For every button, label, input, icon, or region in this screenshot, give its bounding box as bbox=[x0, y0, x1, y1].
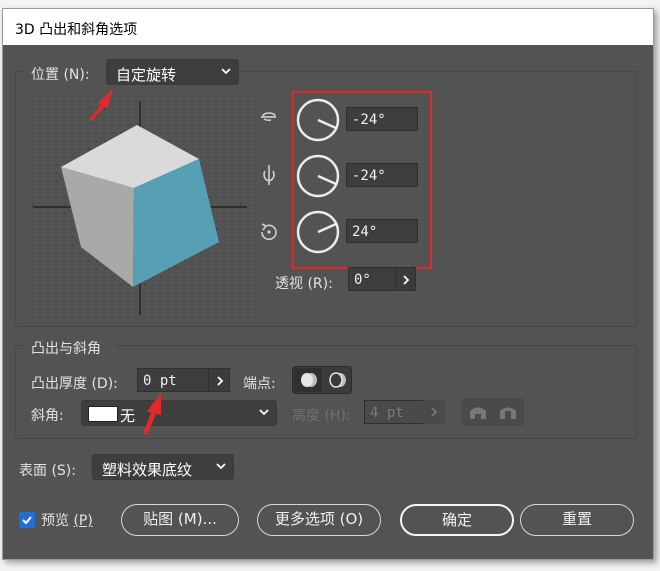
x-rotation-dial[interactable] bbox=[295, 97, 341, 143]
cap-toggle-group bbox=[292, 366, 352, 394]
bevel-swatch bbox=[88, 406, 118, 422]
x-axis-rotate-icon bbox=[261, 112, 276, 122]
extrude-depth-label: 凸出厚度 (D): bbox=[31, 376, 118, 392]
bevel-height-value: 4 pt bbox=[370, 405, 404, 421]
cube-preview[interactable] bbox=[29, 97, 251, 319]
position-preset-dropdown[interactable]: 自定旋转 bbox=[106, 59, 239, 85]
surface-label: 表面 (S): bbox=[19, 463, 76, 479]
bevel-dropdown[interactable]: 无 bbox=[81, 400, 277, 426]
chevron-down-icon bbox=[221, 68, 231, 75]
cap-on-button[interactable] bbox=[294, 368, 322, 392]
perspective-field[interactable]: 0° bbox=[348, 267, 396, 291]
perspective-slider-button[interactable] bbox=[395, 267, 416, 291]
dialog-window: 3D 凸出和斜角选项 位置 (N): 自定旋转 -24° -24° 24° 透视… bbox=[2, 8, 654, 560]
bevel-out-icon[interactable] bbox=[467, 403, 489, 421]
annotation-arrow-up bbox=[89, 89, 113, 121]
bevel-height-slider-button[interactable] bbox=[423, 400, 445, 424]
x-rotation-value: -24° bbox=[352, 112, 386, 128]
z-axis-rotate-icon bbox=[261, 223, 277, 241]
extrude-depth-slider-button[interactable] bbox=[208, 368, 230, 392]
bevel-height-field[interactable]: 4 pt bbox=[364, 400, 424, 424]
ok-button[interactable]: 确定 bbox=[400, 504, 514, 536]
cap-label: 端点: bbox=[243, 376, 276, 392]
preview-checkbox[interactable] bbox=[19, 512, 35, 528]
preview-label[interactable]: 预览 (P) bbox=[41, 510, 93, 530]
y-rotation-dial[interactable] bbox=[295, 153, 341, 199]
extrude-depth-value: 0 pt bbox=[143, 373, 177, 389]
z-rotation-dial[interactable] bbox=[295, 209, 341, 255]
cap-on-icon bbox=[301, 373, 317, 387]
chevron-down-icon bbox=[216, 463, 226, 470]
surface-dropdown[interactable]: 塑料效果底纹 bbox=[92, 454, 234, 480]
bevel-label: 斜角: bbox=[31, 408, 64, 424]
reset-button[interactable]: 重置 bbox=[520, 504, 634, 536]
z-rotation-field[interactable]: 24° bbox=[346, 219, 418, 243]
preview-text: 预览 bbox=[41, 513, 69, 529]
bevel-direction-group bbox=[462, 398, 524, 426]
y-axis-rotate-icon bbox=[263, 165, 275, 185]
perspective-value: 0° bbox=[354, 272, 371, 288]
perspective-label: 透视 (R): bbox=[275, 276, 333, 292]
map-button[interactable]: 贴图 (M)... bbox=[121, 504, 239, 536]
checkmark-icon bbox=[22, 516, 32, 525]
position-preset-value: 自定旋转 bbox=[116, 66, 177, 84]
z-rotation-value: 24° bbox=[352, 224, 378, 240]
bevel-value: 无 bbox=[120, 407, 136, 425]
y-rotation-value: -24° bbox=[352, 168, 386, 184]
chevron-right-icon bbox=[217, 376, 224, 386]
title-bar[interactable]: 3D 凸出和斜角选项 bbox=[3, 9, 653, 45]
preview-shortcut: (P) bbox=[73, 513, 93, 529]
extrude-group-label: 凸出与斜角 bbox=[31, 341, 101, 357]
chevron-down-icon bbox=[259, 409, 269, 416]
x-rotation-field[interactable]: -24° bbox=[346, 107, 418, 131]
cap-off-button[interactable] bbox=[323, 368, 351, 392]
chevron-right-icon bbox=[431, 407, 438, 417]
surface-value: 塑料效果底纹 bbox=[102, 461, 193, 479]
annotation-arrow-up-depth bbox=[143, 393, 161, 435]
window-title: 3D 凸出和斜角选项 bbox=[15, 22, 138, 38]
bevel-in-icon[interactable] bbox=[497, 403, 519, 421]
cap-off-icon bbox=[329, 372, 346, 388]
bevel-height-label: 高度 (H): bbox=[292, 408, 351, 424]
y-rotation-field[interactable]: -24° bbox=[346, 163, 418, 187]
position-label: 位置 (N): bbox=[31, 67, 90, 83]
more-options-button[interactable]: 更多选项 (O) bbox=[257, 504, 381, 536]
chevron-right-icon bbox=[403, 275, 410, 285]
